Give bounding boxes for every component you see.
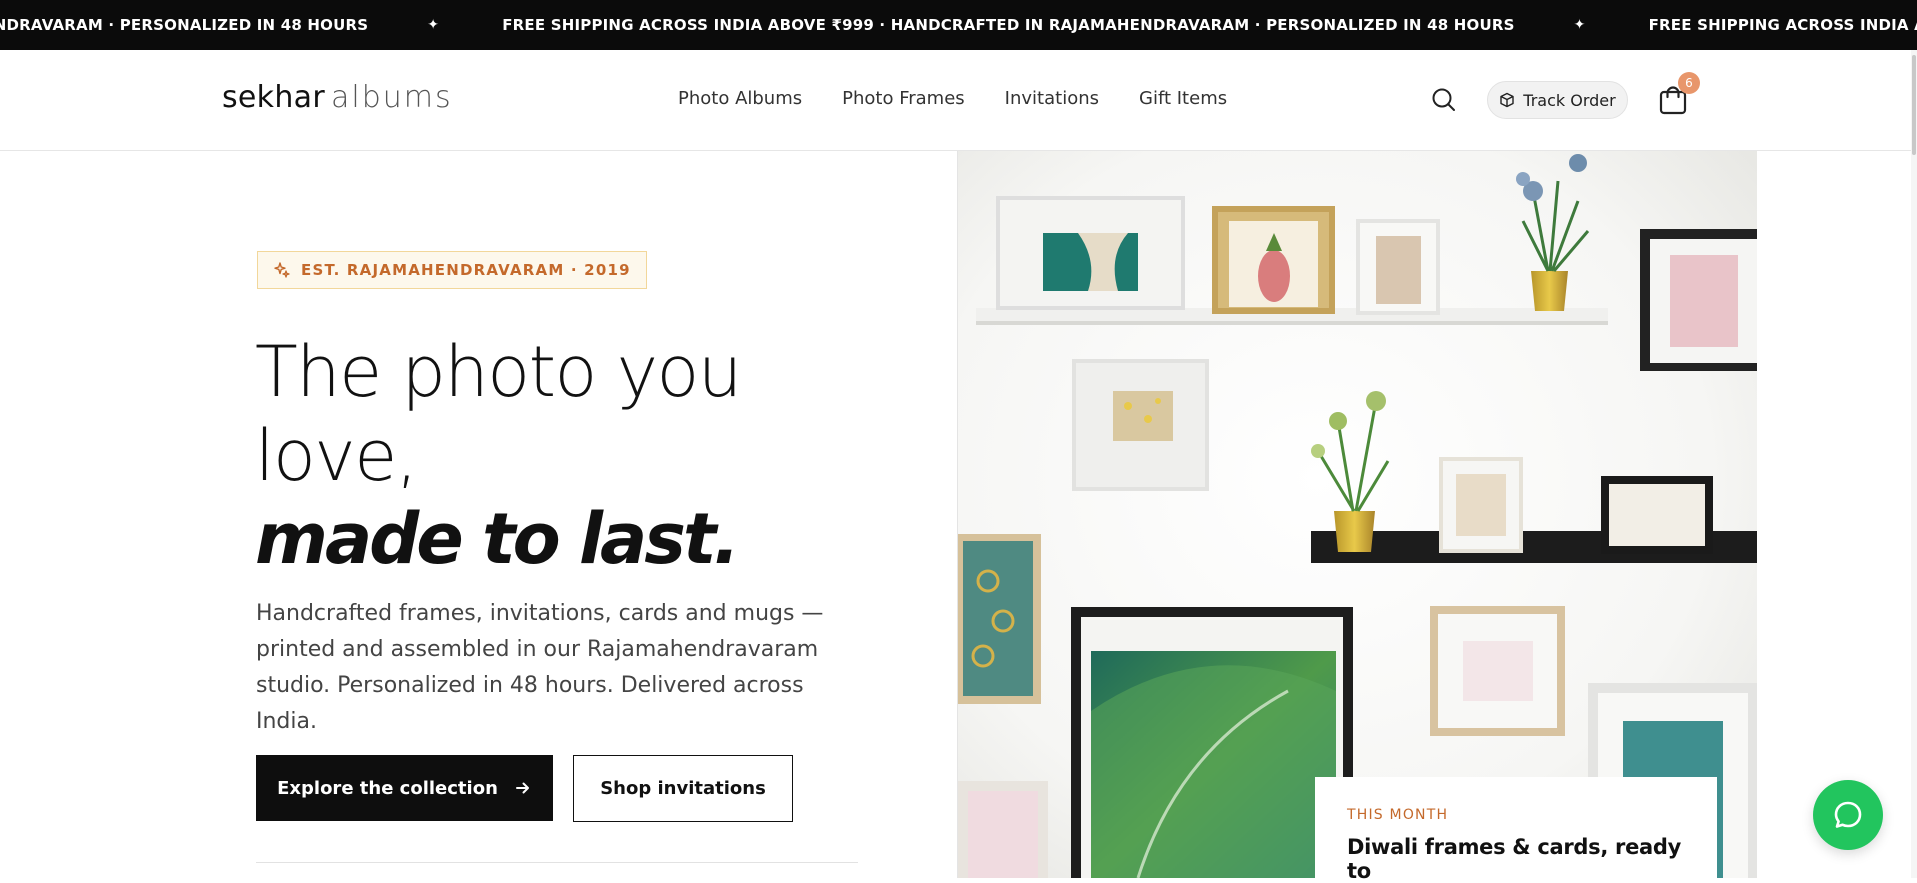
promo-card[interactable]: THIS MONTH Diwali frames & cards, ready … — [1315, 777, 1717, 883]
logo-wordmark-primary: sekhar — [222, 80, 325, 115]
gallery-wall-illustration — [958, 151, 1757, 878]
main-nav: Photo Albums Photo Frames Invitations Gi… — [678, 88, 1227, 109]
established-badge: EST. RAJAMAHENDRAVARAM · 2019 — [257, 251, 647, 289]
package-icon — [1500, 92, 1514, 108]
scrollbar-thumb[interactable] — [1912, 55, 1916, 155]
logo[interactable]: sekhar albums — [222, 80, 453, 115]
explore-collection-label: Explore the collection — [277, 777, 498, 799]
nav-link-gift-items[interactable]: Gift Items — [1139, 88, 1227, 109]
search-icon — [1432, 88, 1455, 111]
chat-bubble-icon — [1834, 801, 1862, 828]
sparkle-separator-icon: ✦ — [1573, 17, 1586, 33]
sparkle-icon — [274, 262, 290, 278]
headline-emphasis: made to last. — [255, 498, 740, 580]
arrow-right-icon — [515, 782, 529, 794]
promo-title: Diwali frames & cards, ready to — [1347, 835, 1682, 883]
announcement-text: FREE SHIPPING ACROSS INDIA ABOVE ₹999 · … — [1648, 16, 1917, 34]
promo-kicker: THIS MONTH — [1347, 807, 1449, 823]
shop-invitations-button[interactable]: Shop invitations — [573, 755, 793, 822]
page-scrollbar[interactable] — [1911, 50, 1917, 878]
track-order-button[interactable]: Track Order — [1487, 81, 1628, 119]
chat-button[interactable] — [1813, 780, 1883, 850]
nav-link-photo-albums[interactable]: Photo Albums — [678, 88, 802, 109]
hero-image-gallery-wall — [957, 151, 1757, 878]
hero-subcopy: Handcrafted frames, invitations, cards a… — [256, 601, 824, 734]
hero-headline: The photo you love, — [255, 330, 815, 498]
hero-divider — [256, 862, 858, 863]
sparkle-separator-icon: ✦ — [427, 17, 440, 33]
badge-label: EST. RAJAMAHENDRAVARAM · 2019 — [301, 261, 631, 279]
search-button[interactable] — [1428, 84, 1460, 116]
announcement-text: ED IN RAJAMAHENDRAVARAM · PERSONALIZED I… — [0, 16, 369, 34]
announcement-text: FREE SHIPPING ACROSS INDIA ABOVE ₹999 · … — [502, 16, 1515, 34]
announcement-track: ED IN RAJAMAHENDRAVARAM · PERSONALIZED I… — [0, 0, 1917, 50]
headline-line-2: love, — [255, 415, 418, 497]
cart-count-badge: 6 — [1678, 72, 1700, 94]
track-order-label: Track Order — [1523, 90, 1616, 110]
explore-collection-button[interactable]: Explore the collection — [256, 755, 553, 821]
site-header: sekhar albums Photo Albums Photo Frames I… — [0, 50, 1917, 151]
headline-line-1: The photo you — [255, 331, 742, 413]
nav-link-photo-frames[interactable]: Photo Frames — [842, 88, 965, 109]
nav-link-invitations[interactable]: Invitations — [1005, 88, 1099, 109]
announcement-bar: ED IN RAJAMAHENDRAVARAM · PERSONALIZED I… — [0, 0, 1917, 50]
logo-wordmark-secondary: albums — [331, 80, 453, 115]
